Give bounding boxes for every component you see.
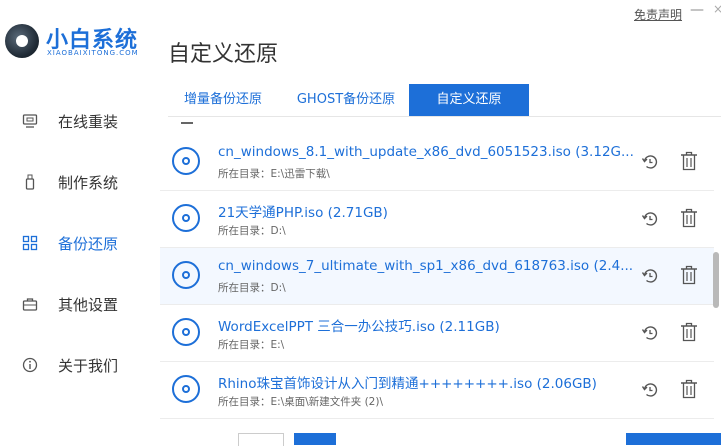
primary-action-button[interactable] bbox=[626, 433, 721, 445]
file-directory: 所在目录：E:\迅雷下载\ bbox=[218, 168, 330, 180]
page-title: 自定义还原 bbox=[168, 42, 279, 67]
trash-icon[interactable] bbox=[680, 379, 698, 399]
briefcase-icon bbox=[22, 298, 38, 311]
disc-icon bbox=[172, 147, 200, 175]
list-scrollbar[interactable] bbox=[713, 252, 719, 308]
trash-icon[interactable] bbox=[680, 265, 698, 285]
restore-tabs: 增量备份还原 GHOST备份还原 自定义还原 bbox=[168, 84, 721, 117]
sidebar-item-other-settings[interactable]: 其他设置 bbox=[18, 292, 158, 316]
trash-icon[interactable] bbox=[680, 322, 698, 342]
disclaimer-link[interactable]: 免责声明 bbox=[634, 6, 682, 23]
restore-icon[interactable] bbox=[640, 152, 660, 172]
sidebar-item-label: 其他设置 bbox=[58, 296, 119, 314]
trash-icon[interactable] bbox=[680, 151, 698, 171]
restore-icon[interactable] bbox=[640, 209, 660, 229]
usb-drive-icon bbox=[25, 174, 35, 190]
restore-icon[interactable] bbox=[640, 380, 660, 400]
app-logo: 小白系统 XIAOBAIXITONG.COM bbox=[0, 18, 160, 62]
sidebar-item-online-reinstall[interactable]: 在线重装 bbox=[18, 109, 158, 133]
file-name: WordExcelPPT 三合一办公技巧.iso (2.11GB) bbox=[218, 319, 500, 335]
logo-badge-icon bbox=[5, 24, 39, 58]
logo-subtitle: XIAOBAIXITONG.COM bbox=[47, 49, 139, 57]
trash-icon[interactable] bbox=[680, 208, 698, 228]
list-item[interactable]: cn_windows_8.1_with_update_x86_dvd_60515… bbox=[160, 134, 714, 191]
file-directory: 所在目录：D:\ bbox=[218, 282, 286, 294]
page-go-button[interactable] bbox=[294, 433, 336, 445]
tab-ghost-restore[interactable]: GHOST备份还原 bbox=[286, 84, 406, 116]
sidebar-item-backup-restore[interactable]: 备份还原 bbox=[18, 231, 158, 255]
disc-icon bbox=[172, 204, 200, 232]
close-button[interactable]: × bbox=[713, 2, 721, 16]
minimize-button[interactable]: — bbox=[690, 2, 704, 18]
file-name: Rhino珠宝首饰设计从入门到精通++++++++.iso (2.06GB) bbox=[218, 376, 597, 392]
file-name: cn_windows_7_ultimate_with_sp1_x86_dvd_6… bbox=[218, 258, 634, 274]
file-directory: 所在目录：D:\ bbox=[218, 225, 286, 237]
file-name: cn_windows_8.1_with_update_x86_dvd_60515… bbox=[218, 144, 634, 160]
sidebar-item-label: 制作系统 bbox=[58, 174, 119, 192]
sidebar-item-label: 关于我们 bbox=[58, 357, 119, 375]
backup-grid-icon bbox=[22, 235, 38, 251]
disc-icon bbox=[172, 318, 200, 346]
list-item[interactable]: cn_windows_7_ultimate_with_sp1_x86_dvd_6… bbox=[160, 248, 714, 305]
sidebar-item-label: 备份还原 bbox=[58, 235, 119, 253]
restore-icon[interactable] bbox=[640, 266, 660, 286]
list-divider bbox=[181, 122, 193, 124]
file-name: 21天学通PHP.iso (2.71GB) bbox=[218, 205, 388, 221]
restore-icon[interactable] bbox=[640, 323, 660, 343]
monitor-icon bbox=[22, 114, 38, 128]
tab-custom-restore[interactable]: 自定义还原 bbox=[409, 84, 529, 116]
disc-icon bbox=[172, 375, 200, 403]
tab-incremental-restore[interactable]: 增量备份还原 bbox=[168, 84, 278, 116]
file-directory: 所在目录：E:\ bbox=[218, 339, 285, 351]
disc-icon bbox=[172, 261, 200, 289]
list-item[interactable]: 21天学通PHP.iso (2.71GB) 所在目录：D:\ bbox=[160, 191, 714, 248]
list-item[interactable]: WordExcelPPT 三合一办公技巧.iso (2.11GB) 所在目录：E… bbox=[160, 305, 714, 362]
sidebar-item-label: 在线重装 bbox=[58, 113, 119, 131]
list-item[interactable]: Rhino珠宝首饰设计从入门到精通++++++++.iso (2.06GB) 所… bbox=[160, 362, 714, 419]
image-file-list: cn_windows_8.1_with_update_x86_dvd_60515… bbox=[160, 117, 721, 443]
sidebar-item-about-us[interactable]: 关于我们 bbox=[18, 353, 158, 377]
file-directory: 所在目录：E:\桌面\新建文件夹 (2)\ bbox=[218, 396, 383, 408]
sidebar-item-make-system[interactable]: 制作系统 bbox=[18, 170, 158, 194]
page-input[interactable] bbox=[238, 433, 284, 446]
info-icon bbox=[22, 357, 38, 373]
